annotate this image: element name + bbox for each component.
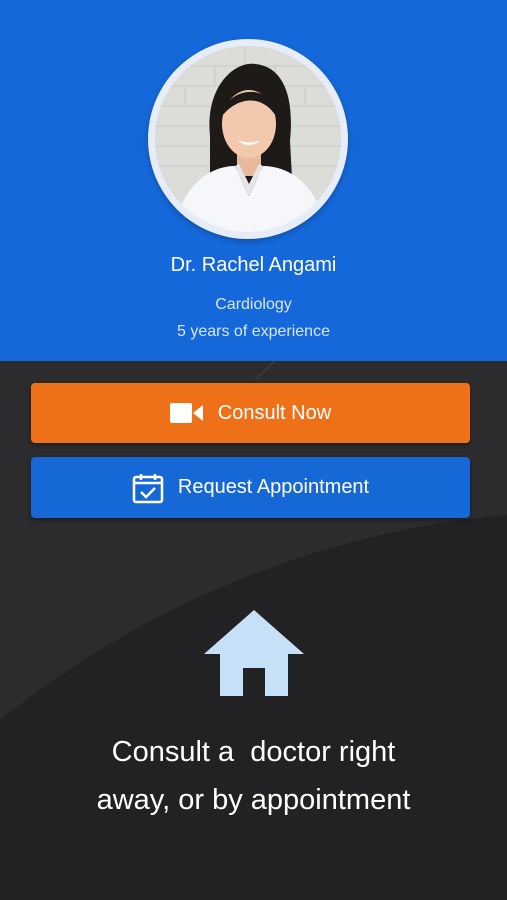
promo-text: Consult a doctor right away, or by appoi… [0,728,507,824]
doctor-profile-header: Dr. Rachel Angami Cardiology 5 years of … [0,0,507,361]
promo-line-1: Consult a doctor right [111,736,396,768]
home-icon [204,610,304,696]
avatar-frame [148,39,348,239]
doctor-portrait [155,46,341,232]
doctor-experience: 5 years of experience [177,323,330,340]
consult-now-label: Consult Now [217,401,332,424]
request-appointment-label: Request Appointment [177,476,370,498]
doctor-specialty: Cardiology [215,296,292,313]
consult-now-button[interactable]: Consult Now [31,383,470,443]
doctor-name: Dr. Rachel Angami [170,254,337,276]
video-camera-icon [169,402,204,424]
calendar-check-icon [132,472,164,504]
request-appointment-button[interactable]: Request Appointment [31,457,470,518]
promo-line-2: away, or by appointment [96,784,411,816]
avatar [155,46,341,232]
